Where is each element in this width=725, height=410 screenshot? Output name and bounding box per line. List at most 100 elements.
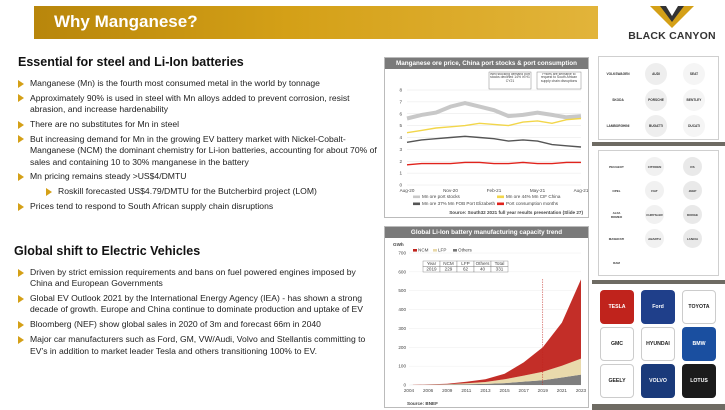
y-tick-label: 100: [398, 364, 406, 369]
bullet-triangle-icon: [18, 294, 24, 303]
legend-swatch: [413, 195, 420, 199]
y-tick-label: 5: [399, 123, 402, 128]
bullet-item: But increasing demand for Mn in the grow…: [18, 134, 378, 168]
x-tick-label: 2019: [538, 388, 549, 393]
x-tick-label: Aug-20: [400, 188, 415, 193]
brand-name: DODGE: [686, 212, 698, 217]
brand-logo-ds: DS: [683, 157, 702, 176]
y-tick-label: 1: [399, 171, 402, 176]
chart-title: Manganese ore price, China port stocks &…: [385, 58, 588, 69]
brand-name: MASERATI: [608, 236, 625, 241]
y-tick-label: 3: [399, 147, 402, 152]
brand-name: ABARTH: [648, 236, 661, 241]
brand-logo-skoda: SKODA: [607, 89, 629, 111]
brand-name: BMW: [692, 341, 706, 347]
bullet-item: Approximately 90% is used in steel with …: [18, 93, 378, 116]
divider-strip: [592, 142, 725, 146]
chart-source: Source: South32 2021 full year results p…: [449, 210, 583, 215]
brand-name: OPEL: [612, 188, 621, 193]
brand-name: LAMBORGHINI: [606, 124, 630, 128]
bullet-triangle-icon: [18, 94, 24, 103]
brand-name: DS: [690, 164, 695, 169]
x-tick-label: 2006: [423, 388, 434, 393]
y-tick-label: 7: [399, 99, 402, 104]
bullet-text: Global EV Outlook 2021 by the Internatio…: [30, 293, 363, 315]
brand-logo-audi: AUDI: [645, 63, 667, 85]
brand-name: AUDI: [652, 72, 660, 76]
x-tick-label: 2004: [404, 388, 415, 393]
brand-name: CHRYSLER: [646, 212, 663, 217]
x-tick-label: Feb-21: [487, 188, 502, 193]
ev-bullet-list: Driven by strict emission requirements a…: [18, 267, 380, 360]
brand-logo-bentley: BENTLEY: [683, 89, 705, 111]
legend-swatch: [433, 249, 437, 252]
brand-name: FIAT: [651, 188, 658, 193]
bullet-item: Mn pricing remains steady >US$4/DMTU: [18, 171, 378, 182]
bullet-triangle-icon: [18, 79, 24, 88]
table-header: Year: [427, 261, 437, 266]
bullet-item: Roskill forecasted US$4.79/DMTU for the …: [18, 186, 378, 197]
x-tick-label: 2023: [576, 388, 587, 393]
x-tick-label: 2009: [442, 388, 453, 393]
brand-name: GMC: [610, 341, 624, 347]
brand-logo-lamborghini: LAMBORGHINI: [607, 115, 629, 137]
bullet-triangle-icon: [18, 135, 24, 144]
brand-name: DUCATI: [688, 124, 700, 128]
battery-chart-svg: 0 100 200 300 400 500 600 700 GWh 2004 2006 2009 201…: [393, 242, 587, 406]
bullet-item: Driven by strict emission requirements a…: [18, 267, 380, 290]
bullet-triangle-icon: [18, 268, 24, 277]
brand-name: LOTUS: [690, 378, 708, 384]
canyon-mark-icon: [650, 6, 694, 28]
brand-logo-ram: RAM: [607, 253, 626, 272]
bullet-item: Bloomberg (NEF) show global sales in 202…: [18, 319, 380, 330]
y-tick-label: 0: [399, 183, 402, 188]
y-tick-label: 300: [398, 326, 406, 331]
annotation-text: Prices are sensitive to request to South…: [541, 73, 577, 84]
bullet-triangle-icon: [18, 335, 24, 344]
legend-label: Mn ore 44% Mn CIF China: [506, 194, 561, 199]
brand-name: LANCIA: [686, 236, 699, 241]
brand-logo-porsche: PORSCHE: [645, 89, 667, 111]
brand-name: PEUGEOT: [609, 164, 624, 169]
brand-logo-geely: GEELY: [600, 364, 634, 398]
brand-name: BUGATTI: [649, 124, 663, 128]
section-heading-steel: Essential for steel and Li-Ion batteries: [18, 55, 244, 69]
brand-logo-jeep: JEEP: [683, 181, 702, 200]
brand-name: ALFA ROMEO: [610, 210, 623, 219]
brand-name: RAM: [613, 260, 620, 265]
bullet-text: Manganese (Mn) is the fourth most consum…: [30, 78, 320, 88]
brand-name: GEELY: [608, 378, 626, 384]
divider-strip: [592, 280, 725, 284]
x-tick-label: 2013: [480, 388, 491, 393]
legend-label: Port consumption months: [506, 201, 559, 206]
bullet-text: Driven by strict emission requirements a…: [30, 267, 356, 289]
bullet-item: There are no substitutes for Mn in steel: [18, 119, 378, 130]
x-tick-label: 2021: [557, 388, 568, 393]
brand-name: SKODA: [612, 98, 624, 102]
brand-logo-seat: SEAT: [683, 63, 705, 85]
stellantis-logos: PEUGEOT CITROEN DS OPEL FIAT JEEP ALFA ROMEO CH…: [598, 150, 719, 276]
chart-source: Source: BNEF: [407, 401, 438, 406]
vw-group-logos: VOLKSWAGEN AUDI SEAT SKODA PORSCHE BENTLEY LAM…: [598, 56, 719, 140]
bullet-text: But increasing demand for Mn in the grow…: [30, 133, 377, 167]
steel-bullet-list: Manganese (Mn) is the fourth most consum…: [18, 78, 378, 216]
brand-logo-chrysler: CHRYSLER: [645, 205, 664, 224]
brand-logo-volkswagen: VOLKSWAGEN: [606, 63, 630, 85]
bullet-text: Prices tend to respond to South African …: [30, 201, 274, 212]
brand-logo-citroen: CITROEN: [645, 157, 664, 176]
x-tick-label: May-21: [530, 188, 546, 193]
brand-logo-dodge: DODGE: [683, 205, 702, 224]
brand-logo-gmc: GMC: [600, 327, 634, 361]
table-value: 2019: [426, 267, 437, 272]
x-tick-label: Nov-20: [443, 188, 458, 193]
brand-logo-fiat: FIAT: [645, 181, 664, 200]
brand-name: VOLVO: [649, 378, 667, 384]
y-axis-label: GWh: [393, 242, 404, 247]
brand-logo-ducati: DUCATI: [683, 115, 705, 137]
legend-label: Others: [458, 248, 472, 253]
table-value: 331: [496, 267, 504, 272]
table-value: 40: [480, 267, 486, 272]
y-tick-label: 500: [398, 288, 406, 293]
section-heading-ev: Global shift to Electric Vehicles: [14, 244, 201, 258]
x-tick-label: Aug-21: [574, 188, 588, 193]
